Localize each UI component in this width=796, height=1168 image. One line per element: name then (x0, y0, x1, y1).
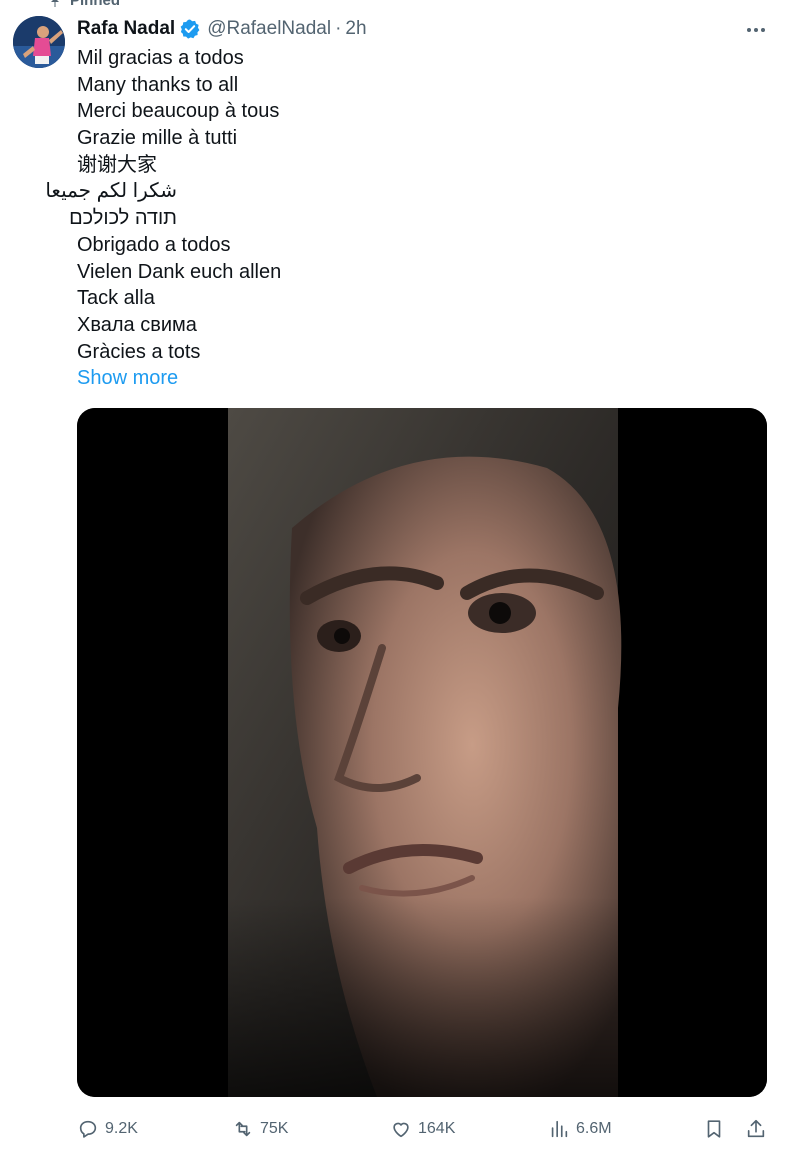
verified-badge-icon (180, 19, 200, 39)
share-button[interactable] (745, 1112, 767, 1146)
like-icon (393, 1122, 409, 1138)
tweet-line-hebrew: תודה לכולכם (69, 207, 177, 230)
tweet-header: Rafa Nadal @RafaelNadal · 2h (77, 16, 367, 42)
avatar[interactable] (13, 16, 65, 68)
video-frame (77, 408, 767, 1097)
tweet-line-portuguese: Obrigado a todos (77, 233, 231, 256)
views-button[interactable]: 6.6M (548, 1112, 612, 1146)
more-icon-dot (747, 28, 751, 32)
tweet-line-swedish: Tack alla (77, 287, 155, 310)
pin-icon (51, 0, 59, 7)
tweet-line-catalan: Gràcies a tots (77, 340, 201, 363)
tweet-line-italian: Grazie mille à tutti (77, 127, 238, 150)
more-options-button[interactable] (742, 20, 770, 40)
tweet-line-spanish: Mil gracias a todos (77, 47, 244, 69)
tweet-line-french: Merci beaucoup à tous (77, 100, 280, 123)
more-icon-dot (754, 28, 758, 32)
repost-count: 75K (260, 1120, 289, 1137)
tweet-line-chinese: 谢谢大家 (77, 153, 157, 176)
tweet-line-german: Vielen Dank euch allen (77, 260, 282, 283)
show-more-link[interactable]: Show more (77, 365, 178, 391)
views-count: 6.6M (576, 1120, 612, 1137)
tweet-video[interactable] (77, 408, 767, 1097)
bookmark-button[interactable] (703, 1112, 725, 1146)
tweet-text: Mil gracias a todos Many thanks to all M… (45, 45, 757, 365)
repost-button[interactable]: 75K (232, 1112, 288, 1146)
tweet-timestamp[interactable]: 2h (345, 18, 366, 40)
tweet-line-arabic: شكرا لكم جميعا (45, 180, 177, 203)
reply-icon (79, 1120, 97, 1138)
like-count: 164K (418, 1120, 456, 1137)
like-button[interactable]: 164K (390, 1112, 455, 1146)
repost-icon (235, 1121, 251, 1137)
share-icon (747, 1119, 765, 1138)
tweet-line-serbian: Хвала свима (77, 313, 197, 336)
tweet-actions: 9.2K 75K 164K 6.6M (0, 1112, 796, 1146)
author-handle[interactable]: @RafaelNadal (207, 18, 331, 40)
views-icon (551, 1120, 568, 1138)
pinned-indicator: Pinned (48, 0, 120, 9)
pinned-label: Pinned (70, 0, 121, 9)
author-name[interactable]: Rafa Nadal (77, 18, 175, 40)
tweet-line-english: Many thanks to all (77, 73, 239, 96)
more-icon-dot (761, 28, 765, 32)
reply-count: 9.2K (105, 1120, 138, 1137)
separator-dot: · (335, 18, 342, 39)
bookmark-icon (707, 1120, 721, 1138)
reply-button[interactable]: 9.2K (77, 1112, 138, 1146)
